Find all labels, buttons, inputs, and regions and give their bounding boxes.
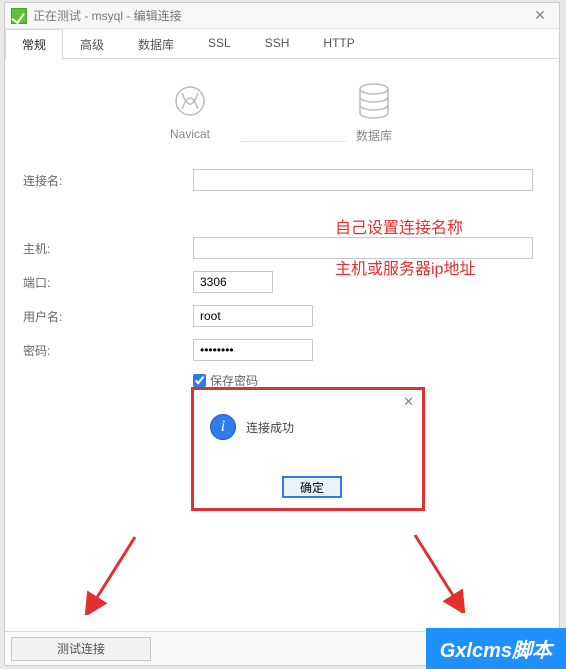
user-input[interactable] bbox=[193, 305, 313, 327]
top-icons: Navicat 数据库 bbox=[23, 81, 541, 144]
navicat-label: Navicat bbox=[170, 127, 210, 141]
dialog-message: 连接成功 bbox=[246, 419, 294, 436]
watermark: Gxlcms脚本 bbox=[426, 628, 566, 669]
port-label: 端口: bbox=[23, 274, 83, 291]
app-icon bbox=[11, 8, 27, 24]
navicat-icon-col: Navicat bbox=[168, 81, 212, 144]
save-pass-checkbox[interactable] bbox=[193, 374, 206, 387]
database-icon-col: 数据库 bbox=[352, 81, 396, 144]
titlebar: 正在测试 - msyql - 编辑连接 ✕ bbox=[5, 3, 559, 29]
tab-advanced[interactable]: 高级 bbox=[63, 29, 121, 59]
link-line bbox=[240, 141, 346, 142]
tab-database[interactable]: 数据库 bbox=[121, 29, 191, 59]
conn-name-label: 连接名: bbox=[23, 172, 83, 189]
watermark-main: Gxlcms bbox=[440, 640, 512, 662]
database-icon bbox=[352, 81, 396, 121]
host-label: 主机: bbox=[23, 240, 83, 257]
arrow-left-icon bbox=[83, 531, 143, 615]
pass-label: 密码: bbox=[23, 342, 83, 359]
user-label: 用户名: bbox=[23, 308, 83, 325]
dialog-body: i 连接成功 bbox=[210, 414, 416, 440]
row-user: 用户名: bbox=[23, 304, 541, 328]
conn-name-input[interactable] bbox=[193, 169, 533, 191]
close-icon[interactable]: ✕ bbox=[527, 7, 553, 24]
window-title: 正在测试 - msyql - 编辑连接 bbox=[33, 7, 182, 24]
row-pass: 密码: bbox=[23, 338, 541, 362]
navicat-icon bbox=[168, 81, 212, 121]
content-area: Navicat 数据库 连接名: 主机: bbox=[5, 59, 559, 619]
connection-editor-window: 正在测试 - msyql - 编辑连接 ✕ 常规 高级 数据库 SSL SSH … bbox=[4, 2, 560, 666]
success-dialog: ✕ i 连接成功 确定 bbox=[191, 387, 425, 511]
pass-input[interactable] bbox=[193, 339, 313, 361]
tab-ssh[interactable]: SSH bbox=[248, 29, 307, 59]
tabbar: 常规 高级 数据库 SSL SSH HTTP bbox=[5, 29, 559, 59]
annotation-conn-name: 自己设置连接名称 bbox=[335, 214, 463, 238]
tab-http[interactable]: HTTP bbox=[306, 29, 371, 59]
port-input[interactable] bbox=[193, 271, 273, 293]
dialog-ok-button[interactable]: 确定 bbox=[282, 476, 342, 498]
test-connection-button[interactable]: 测试连接 bbox=[11, 637, 151, 661]
annotation-host: 主机或服务器ip地址 bbox=[335, 255, 475, 279]
arrow-right-icon bbox=[407, 529, 467, 613]
info-icon: i bbox=[210, 414, 236, 440]
tab-general[interactable]: 常规 bbox=[5, 29, 63, 59]
dialog-close-icon[interactable]: ✕ bbox=[403, 394, 414, 410]
tab-ssl[interactable]: SSL bbox=[191, 29, 248, 59]
row-conn-name: 连接名: bbox=[23, 168, 541, 192]
watermark-sub: 脚本 bbox=[512, 640, 552, 662]
spacer-row bbox=[23, 202, 541, 226]
database-label: 数据库 bbox=[356, 127, 392, 144]
